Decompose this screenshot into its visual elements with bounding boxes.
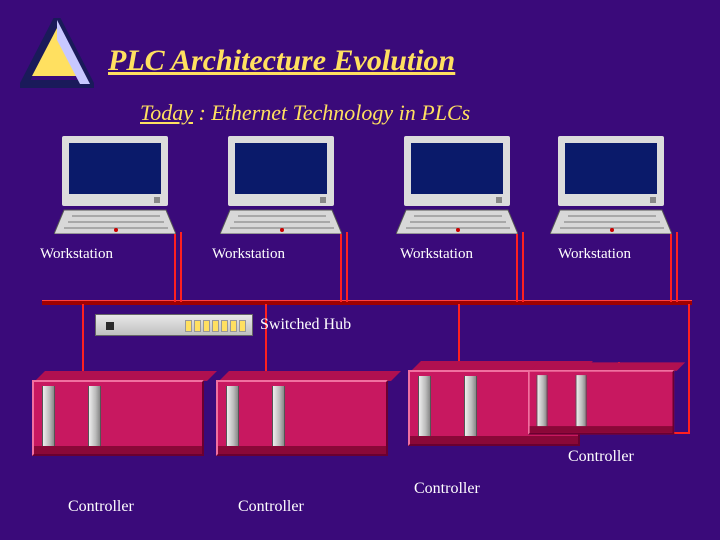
keyboard-icon xyxy=(550,208,672,234)
controller-label: Controller xyxy=(414,480,480,498)
wire xyxy=(670,232,672,302)
controller-label: Controller xyxy=(68,498,134,516)
monitor-screen xyxy=(558,136,664,206)
wire xyxy=(688,304,690,434)
keyboard-icon xyxy=(396,208,518,234)
monitor-screen xyxy=(404,136,510,206)
wire xyxy=(458,304,460,362)
plc-controller-icon xyxy=(528,370,674,435)
workstation-label: Workstation xyxy=(400,246,473,263)
monitor-screen xyxy=(228,136,334,206)
wire xyxy=(340,232,342,302)
subtitle-underline: Today xyxy=(140,100,193,125)
wire xyxy=(180,232,182,302)
ethernet-bus-line xyxy=(42,300,692,305)
wire xyxy=(522,232,524,302)
workstation-icon xyxy=(62,136,176,234)
workstation-icon xyxy=(228,136,342,234)
switched-hub-icon xyxy=(95,314,253,336)
wire xyxy=(346,232,348,302)
logo-icon xyxy=(20,18,94,97)
slide-subtitle: Today : Ethernet Technology in PLCs xyxy=(140,100,470,126)
workstation-icon xyxy=(558,136,672,234)
hub-label: Switched Hub xyxy=(260,316,351,334)
hub-led-icon xyxy=(106,322,114,330)
wire xyxy=(265,304,267,372)
workstation-label: Workstation xyxy=(212,246,285,263)
wire xyxy=(174,232,176,302)
workstation-icon xyxy=(404,136,518,234)
slide-title: PLC Architecture Evolution xyxy=(108,44,455,78)
plc-controller-icon xyxy=(32,380,204,456)
plc-controller-icon xyxy=(216,380,388,456)
hub-ports xyxy=(185,320,246,332)
wire xyxy=(516,232,518,302)
keyboard-icon xyxy=(54,208,176,234)
workstation-label: Workstation xyxy=(558,246,631,263)
subtitle-rest: : Ethernet Technology in PLCs xyxy=(193,100,470,125)
controller-label: Controller xyxy=(238,498,304,516)
keyboard-icon xyxy=(220,208,342,234)
controller-label: Controller xyxy=(568,448,634,466)
wire xyxy=(676,232,678,302)
workstation-label: Workstation xyxy=(40,246,113,263)
monitor-screen xyxy=(62,136,168,206)
wire xyxy=(82,304,84,372)
